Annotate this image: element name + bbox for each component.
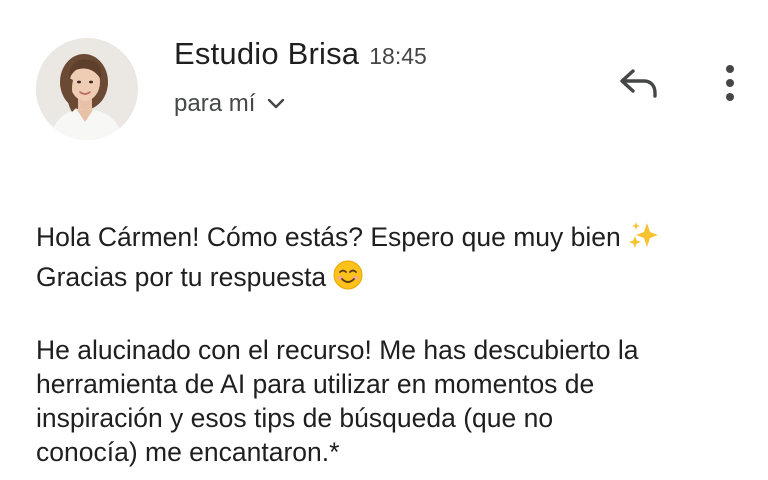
message-line: Hola Cármen! Cómo estás? Espero que muy … <box>36 220 736 259</box>
message-line: Gracias por tu respuesta <box>36 259 736 299</box>
sparkles-emoji <box>627 221 659 259</box>
sender-line: Estudio Brisa 18:45 <box>174 36 427 72</box>
email-view: Estudio Brisa 18:45 para mí Hola Cármen!… <box>0 0 768 480</box>
message-line: herramienta de AI para utilizar en momen… <box>36 369 595 399</box>
reply-icon <box>620 69 657 98</box>
smiling-face-emoji <box>332 259 364 299</box>
message-paragraph-1: Hola Cármen! Cómo estás? Espero que muy … <box>36 220 736 299</box>
sender-avatar[interactable] <box>36 38 138 140</box>
message-time: 18:45 <box>369 43 427 69</box>
message-line-text: Gracias por tu respuesta <box>36 262 327 292</box>
reply-button[interactable] <box>612 56 666 110</box>
recipient-label: para mí <box>174 90 256 117</box>
sender-name[interactable]: Estudio Brisa <box>174 36 359 72</box>
message-body: Hola Cármen! Cómo estás? Espero que muy … <box>36 220 736 469</box>
message-line: inspiración y esos tips de búsqueda (que… <box>36 403 554 433</box>
email-header: Estudio Brisa 18:45 para mí <box>0 0 768 150</box>
more-vert-icon <box>726 65 734 101</box>
message-paragraph-2: He alucinado con el recurso! Me has desc… <box>36 333 736 469</box>
message-line: conocía) me encantaron.* <box>36 437 340 467</box>
message-line: He alucinado con el recurso! Me has desc… <box>36 335 639 365</box>
recipient-toggle[interactable]: para mí <box>174 90 285 118</box>
sender-info: Estudio Brisa 18:45 para mí <box>174 36 427 118</box>
avatar-photo <box>36 38 138 140</box>
message-line-text: Hola Cármen! Cómo estás? Espero que muy … <box>36 222 621 252</box>
chevron-down-icon <box>267 98 285 110</box>
more-options-button[interactable] <box>706 56 754 110</box>
